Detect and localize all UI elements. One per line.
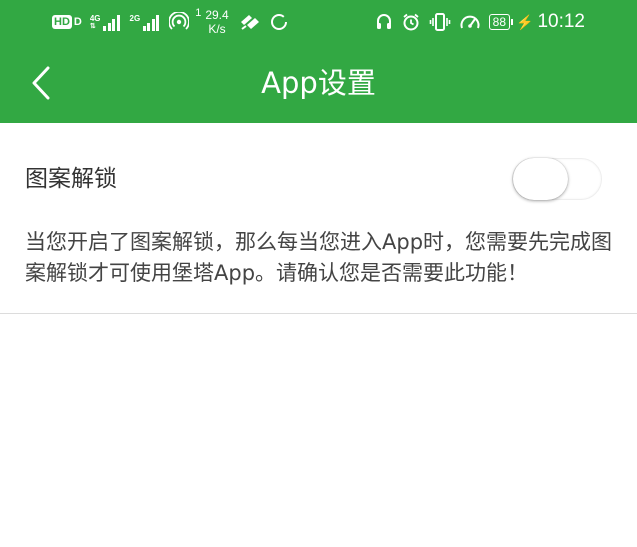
headset-icon: [375, 12, 393, 32]
network-type-label: 4G ⇅: [90, 15, 101, 31]
hd-suffix: D: [73, 16, 82, 28]
nav-bar: App设置: [0, 44, 637, 123]
hd-icon: HD: [52, 15, 72, 29]
hotspot-count: 1: [195, 7, 202, 19]
signal-2g-icon: 2G: [130, 13, 160, 31]
network-gen-text: 2G: [129, 14, 141, 23]
vibrate-icon: [429, 12, 451, 32]
speedometer-icon: [459, 12, 481, 32]
signal-4g-icon: 4G ⇅: [90, 13, 120, 31]
network-speed-unit: K/s: [208, 22, 226, 36]
pattern-lock-setting: 图案解锁 当您开启了图案解锁，那么每当您进入App时，您需要先完成图案解锁才可使…: [0, 123, 637, 314]
network-gen-text: 4G: [89, 14, 101, 23]
alarm-icon: [401, 12, 421, 32]
clock: 10:12: [537, 11, 585, 32]
toggle-thumb: [513, 158, 568, 200]
hotspot-icon: [169, 12, 190, 32]
status-bar-right: 88 ⚡ 10:12: [375, 8, 585, 36]
network-type-label: 2G: [130, 15, 141, 31]
pattern-lock-description: 当您开启了图案解锁，那么每当您进入App时，您需要先完成图案解锁才可使用堡塔Ap…: [25, 230, 613, 285]
status-bar: HD D 4G ⇅ 2G 1 29.4 K/s 88 ⚡ 10:12: [0, 0, 637, 44]
cast-icon: [239, 12, 261, 32]
pattern-lock-toggle[interactable]: [512, 156, 602, 202]
data-arrows: ⇅: [89, 23, 96, 30]
network-speed: 29.4 K/s: [205, 8, 228, 36]
status-bar-left: HD D 4G ⇅ 2G 1 29.4 K/s: [52, 7, 297, 36]
pattern-lock-label: 图案解锁: [25, 166, 117, 192]
app-header: HD D 4G ⇅ 2G 1 29.4 K/s 88 ⚡ 10:12 App设置: [0, 0, 637, 123]
page-title: App设置: [261, 66, 376, 100]
battery-cap: [511, 19, 514, 25]
charging-icon: ⚡: [516, 13, 534, 30]
battery-icon: 88: [488, 14, 511, 30]
sync-icon: [269, 12, 289, 32]
network-speed-value: 29.4: [205, 8, 229, 22]
